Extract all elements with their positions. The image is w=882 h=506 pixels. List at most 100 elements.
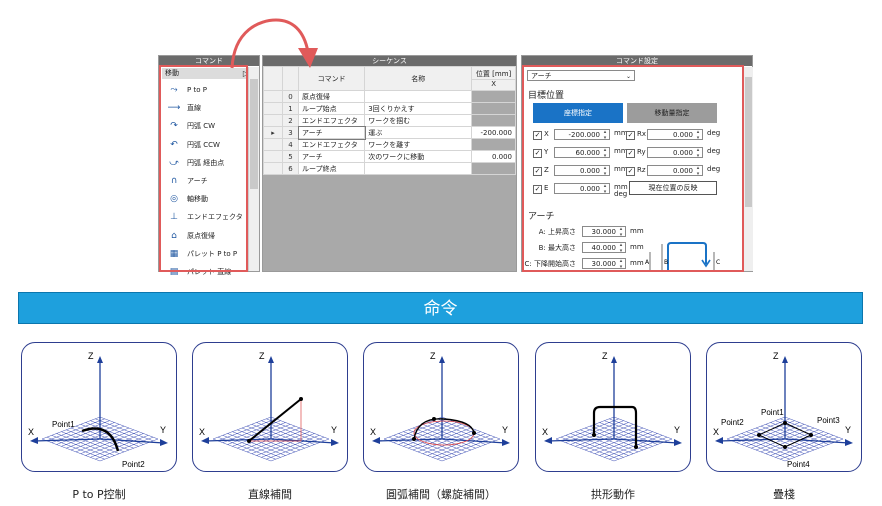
row-number[interactable]: 1: [282, 102, 300, 115]
axis-checkbox[interactable]: ✓: [626, 149, 635, 158]
axis-checkbox[interactable]: ✓: [533, 167, 542, 176]
axis-checkbox[interactable]: ✓: [533, 131, 542, 140]
row-number[interactable]: 6: [282, 162, 300, 175]
axis-value-input[interactable]: 0.000: [554, 183, 610, 195]
row-number[interactable]: 0: [282, 90, 300, 103]
table-row[interactable]: 1 ループ始点 3回くりかえす: [262, 102, 516, 115]
ptp-icon: ⤳: [170, 85, 178, 95]
row-name[interactable]: ワークを離す: [364, 138, 473, 151]
table-row[interactable]: 5 アーチ 次のワークに移動 0.000: [262, 150, 516, 163]
axis-value-input[interactable]: 0.000: [647, 147, 703, 159]
arch-param-input[interactable]: 40.000: [582, 242, 626, 254]
motion-caption: 直線補間: [248, 488, 292, 501]
command-item-label: 原点復帰: [187, 231, 215, 240]
row-name[interactable]: 運ぶ: [364, 126, 473, 139]
row-number[interactable]: 5: [282, 150, 300, 163]
row-x[interactable]: [471, 162, 516, 175]
command-item-label: 円弧 CW: [187, 122, 216, 131]
axis-value-input[interactable]: -200.000: [554, 129, 610, 141]
command-item-label: パレット P to P: [187, 249, 238, 258]
row-command[interactable]: 原点復帰: [298, 90, 366, 103]
table-row[interactable]: 4 エンドエフェクタ ワークを離す: [262, 138, 516, 151]
axis-value-input[interactable]: 0.000: [647, 129, 703, 141]
y-axis-label: Y: [845, 425, 851, 435]
command-banner: 命令: [18, 292, 863, 324]
command-item[interactable]: ◎ 軸移動: [167, 191, 208, 207]
tab-coordinate[interactable]: 座標指定: [533, 103, 623, 123]
command-item[interactable]: ∩ アーチ: [167, 173, 208, 189]
point2-label: Point2: [721, 418, 744, 427]
command-item[interactable]: ⌂ 原点復帰: [167, 228, 215, 244]
row-name[interactable]: ワークを掴む: [364, 114, 473, 127]
row-name[interactable]: 次のワークに移動: [364, 150, 473, 163]
command-item[interactable]: ⤻ 円弧 経由点: [167, 155, 224, 171]
table-row[interactable]: 0 原点復帰: [262, 90, 516, 103]
row-command[interactable]: アーチ: [297, 125, 366, 140]
command-item[interactable]: ⤳ P to P: [167, 82, 207, 98]
axis-value-input[interactable]: 0.000: [554, 165, 610, 177]
row-marker[interactable]: [262, 138, 284, 151]
row-command[interactable]: エンドエフェクタ: [298, 114, 366, 127]
reflect-position-button[interactable]: 現在位置の反映: [629, 181, 717, 195]
command-scrollbar[interactable]: [248, 67, 259, 271]
axis-checkbox[interactable]: ✓: [626, 167, 635, 176]
axis-label: Rz: [637, 166, 646, 174]
settings-scrollbar[interactable]: [743, 67, 753, 271]
command-item[interactable]: ↷ 円弧 CW: [167, 118, 215, 134]
row-x[interactable]: [471, 138, 516, 151]
table-row[interactable]: ▸ 3 アーチ 運ぶ -200.000: [262, 125, 516, 140]
axis-value-input[interactable]: 60.000: [554, 147, 610, 159]
row-marker[interactable]: [262, 114, 284, 127]
row-x[interactable]: [471, 90, 516, 103]
table-row[interactable]: 6 ループ終点: [262, 162, 516, 175]
arch-diagram: A B C: [645, 242, 720, 270]
row-x[interactable]: 0.000: [471, 150, 516, 163]
row-name[interactable]: [364, 162, 473, 175]
tab-move-amount[interactable]: 移動量指定: [627, 103, 717, 123]
row-x[interactable]: -200.000: [471, 126, 516, 139]
row-x[interactable]: [471, 114, 516, 127]
arch-param-input[interactable]: 30.000: [582, 226, 626, 238]
command-item[interactable]: ▤ パレット 直線: [167, 264, 232, 280]
command-item-label: パレット 直線: [187, 268, 232, 276]
axis-checkbox[interactable]: ✓: [533, 149, 542, 158]
y-axis-label: Y: [502, 425, 508, 435]
row-command[interactable]: エンドエフェクタ: [298, 138, 366, 151]
arch-param-input[interactable]: 30.000: [582, 258, 626, 270]
arch-param-label: B: 最大高さ: [538, 244, 576, 252]
motion-card: Z X Y Point1 Point2: [21, 342, 177, 472]
row-number[interactable]: 4: [282, 138, 300, 151]
axis-checkbox[interactable]: ✓: [533, 185, 542, 194]
row-name[interactable]: [364, 90, 473, 103]
axis-label: X: [544, 130, 549, 138]
col-position-label: 位置 [mm]: [475, 70, 512, 78]
col-name[interactable]: 名称: [364, 66, 473, 91]
command-item[interactable]: ⊥ エンドエフェクタ: [167, 209, 243, 225]
command-item[interactable]: ⟶ 直線: [167, 100, 201, 116]
row-marker[interactable]: [262, 102, 284, 115]
command-item[interactable]: ↶ 円弧 CCW: [167, 137, 220, 153]
col-position[interactable]: 位置 [mm] X: [471, 66, 516, 91]
axis-value-input[interactable]: 0.000: [647, 165, 703, 177]
row-command[interactable]: ループ始点: [298, 102, 366, 115]
row-x[interactable]: [471, 102, 516, 115]
row-marker[interactable]: ▸: [262, 126, 284, 139]
row-name[interactable]: 3回くりかえす: [364, 102, 473, 115]
row-marker[interactable]: [262, 90, 284, 103]
command-item-label: 円弧 経由点: [187, 158, 225, 167]
axis-label: E: [544, 184, 549, 192]
command-item[interactable]: ▦ パレット P to P: [167, 246, 237, 262]
axis-checkbox[interactable]: ✓: [626, 131, 635, 140]
row-marker[interactable]: [262, 162, 284, 175]
row-number[interactable]: 3: [282, 126, 300, 139]
row-command[interactable]: ループ終点: [298, 162, 366, 175]
row-number[interactable]: 2: [282, 114, 300, 127]
axis-label: Y: [544, 148, 549, 156]
point1-label: Point1: [761, 408, 784, 417]
command-select[interactable]: アーチ ⌄: [527, 70, 635, 81]
row-command[interactable]: アーチ: [298, 150, 366, 163]
y-axis-label: Y: [160, 425, 166, 435]
table-row[interactable]: 2 エンドエフェクタ ワークを掴む: [262, 114, 516, 127]
row-marker[interactable]: [262, 150, 284, 163]
motion-card: Z X Y: [535, 342, 691, 472]
